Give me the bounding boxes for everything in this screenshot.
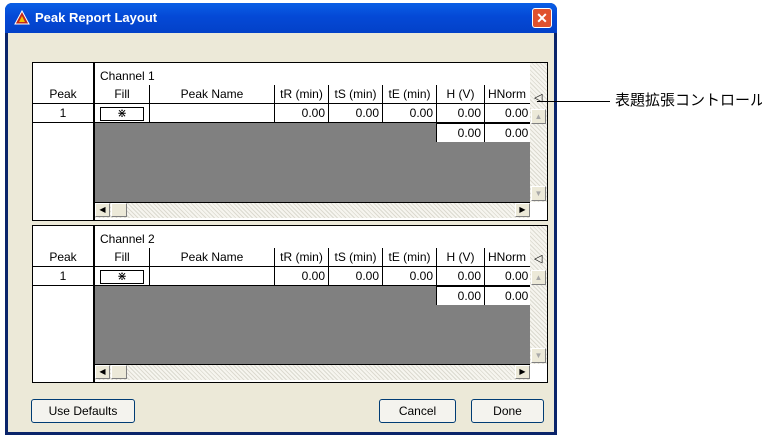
scroll-left-button[interactable]: ◀ [95, 203, 110, 217]
peak-name-cell[interactable] [149, 267, 274, 285]
horizontal-scrollbar[interactable]: ◀ ▶ [95, 364, 530, 380]
scroll-up-button[interactable]: ▲ [531, 270, 546, 285]
callout-label: 表題拡張コントロール [615, 91, 762, 109]
frozen-divider [93, 63, 95, 220]
table-row[interactable]: 1 ⋇ 0.00 0.00 0.00 0.00 0.00 [33, 267, 530, 286]
h-total: 0.00 [457, 126, 481, 140]
vertical-scrollbar[interactable]: ◁ ▲ ▼ [530, 63, 547, 202]
col-peak[interactable]: Peak [33, 85, 93, 103]
dialog-client: Channel 1 Peak Fill Peak Name tR (min) t… [8, 33, 554, 432]
col-hnorm[interactable]: HNorm [484, 85, 530, 103]
vertical-scrollbar[interactable]: ◁ ▲ ▼ [530, 226, 547, 364]
peak-number: 1 [59, 269, 67, 283]
fill-swatch[interactable]: ⋇ [100, 107, 144, 121]
scroll-right-button[interactable]: ▶ [515, 365, 530, 379]
fill-swatch[interactable]: ⋇ [100, 270, 144, 284]
expand-title-icon[interactable]: ◁ [534, 252, 542, 266]
hnorm-total: 0.00 [484, 124, 531, 142]
te-value[interactable]: 0.00 [382, 104, 436, 122]
done-button[interactable]: Done [471, 399, 544, 423]
scroll-thumb[interactable] [111, 365, 127, 379]
channel-header-row: Channel 1 [33, 63, 530, 83]
h-total: 0.00 [457, 289, 481, 303]
frozen-divider [93, 226, 95, 382]
hnorm-value[interactable]: 0.00 [484, 104, 530, 122]
fill-cell[interactable]: ⋇ [95, 104, 149, 122]
col-fill[interactable]: Fill [95, 85, 149, 103]
col-hnorm[interactable]: HNorm [484, 248, 530, 266]
channel-1-grid[interactable]: Channel 1 Peak Fill Peak Name tR (min) t… [32, 62, 548, 221]
channel-name: Channel 1 [100, 69, 155, 83]
window-title: Peak Report Layout [35, 10, 158, 25]
cancel-button[interactable]: Cancel [379, 399, 456, 423]
column-header-row: Peak Fill Peak Name tR (min) tS (min) tE… [33, 248, 530, 267]
channel-2-grid[interactable]: Channel 2 Peak Fill Peak Name tR (min) t… [32, 225, 548, 383]
te-value[interactable]: 0.00 [382, 267, 436, 285]
col-fill[interactable]: Fill [95, 248, 149, 266]
channel-header-row: Channel 2 [33, 226, 530, 246]
peak-report-layout-window: Peak Report Layout ✕ Channel 1 Peak Fill… [5, 3, 557, 435]
h-value[interactable]: 0.00 [436, 267, 484, 285]
col-peak[interactable]: Peak [33, 248, 93, 266]
col-peak-name[interactable]: Peak Name [149, 85, 274, 103]
peak-name-cell[interactable] [149, 104, 274, 122]
totals-row: 0.00 0.00 [436, 123, 531, 142]
scroll-right-button[interactable]: ▶ [515, 203, 530, 217]
col-ts[interactable]: tS (min) [328, 85, 382, 103]
fill-cell[interactable]: ⋇ [95, 267, 149, 285]
col-peak-name[interactable]: Peak Name [149, 248, 274, 266]
table-row[interactable]: 1 ⋇ 0.00 0.00 0.00 0.00 0.00 [33, 104, 530, 123]
ts-value[interactable]: 0.00 [328, 267, 382, 285]
col-h[interactable]: H (V) [436, 85, 484, 103]
horizontal-scrollbar[interactable]: ◀ ▶ [95, 202, 530, 218]
callout-leader-line [537, 101, 610, 102]
hnorm-total: 0.00 [484, 287, 531, 305]
column-header-row: Peak Fill Peak Name tR (min) tS (min) tE… [33, 85, 530, 104]
scroll-up-button[interactable]: ▲ [531, 109, 546, 124]
scroll-left-button[interactable]: ◀ [95, 365, 110, 379]
use-defaults-button[interactable]: Use Defaults [31, 399, 135, 423]
channel-name: Channel 2 [100, 232, 155, 246]
col-te[interactable]: tE (min) [382, 85, 436, 103]
scroll-down-button[interactable]: ▼ [531, 348, 546, 363]
totals-row: 0.00 0.00 [436, 286, 531, 305]
peak-number: 1 [59, 106, 67, 120]
tr-value[interactable]: 0.00 [274, 104, 328, 122]
close-button[interactable]: ✕ [532, 8, 552, 28]
expand-title-icon[interactable]: ◁ [534, 91, 542, 105]
col-tr[interactable]: tR (min) [274, 248, 328, 266]
hnorm-value[interactable]: 0.00 [484, 267, 530, 285]
tr-value[interactable]: 0.00 [274, 267, 328, 285]
h-value[interactable]: 0.00 [436, 104, 484, 122]
scroll-down-button[interactable]: ▼ [531, 186, 546, 201]
scroll-thumb[interactable] [111, 203, 127, 217]
ts-value[interactable]: 0.00 [328, 104, 382, 122]
col-tr[interactable]: tR (min) [274, 85, 328, 103]
col-ts[interactable]: tS (min) [328, 248, 382, 266]
peak-app-icon [14, 10, 30, 25]
col-h[interactable]: H (V) [436, 248, 484, 266]
col-te[interactable]: tE (min) [382, 248, 436, 266]
title-bar[interactable]: Peak Report Layout ✕ [5, 3, 557, 33]
